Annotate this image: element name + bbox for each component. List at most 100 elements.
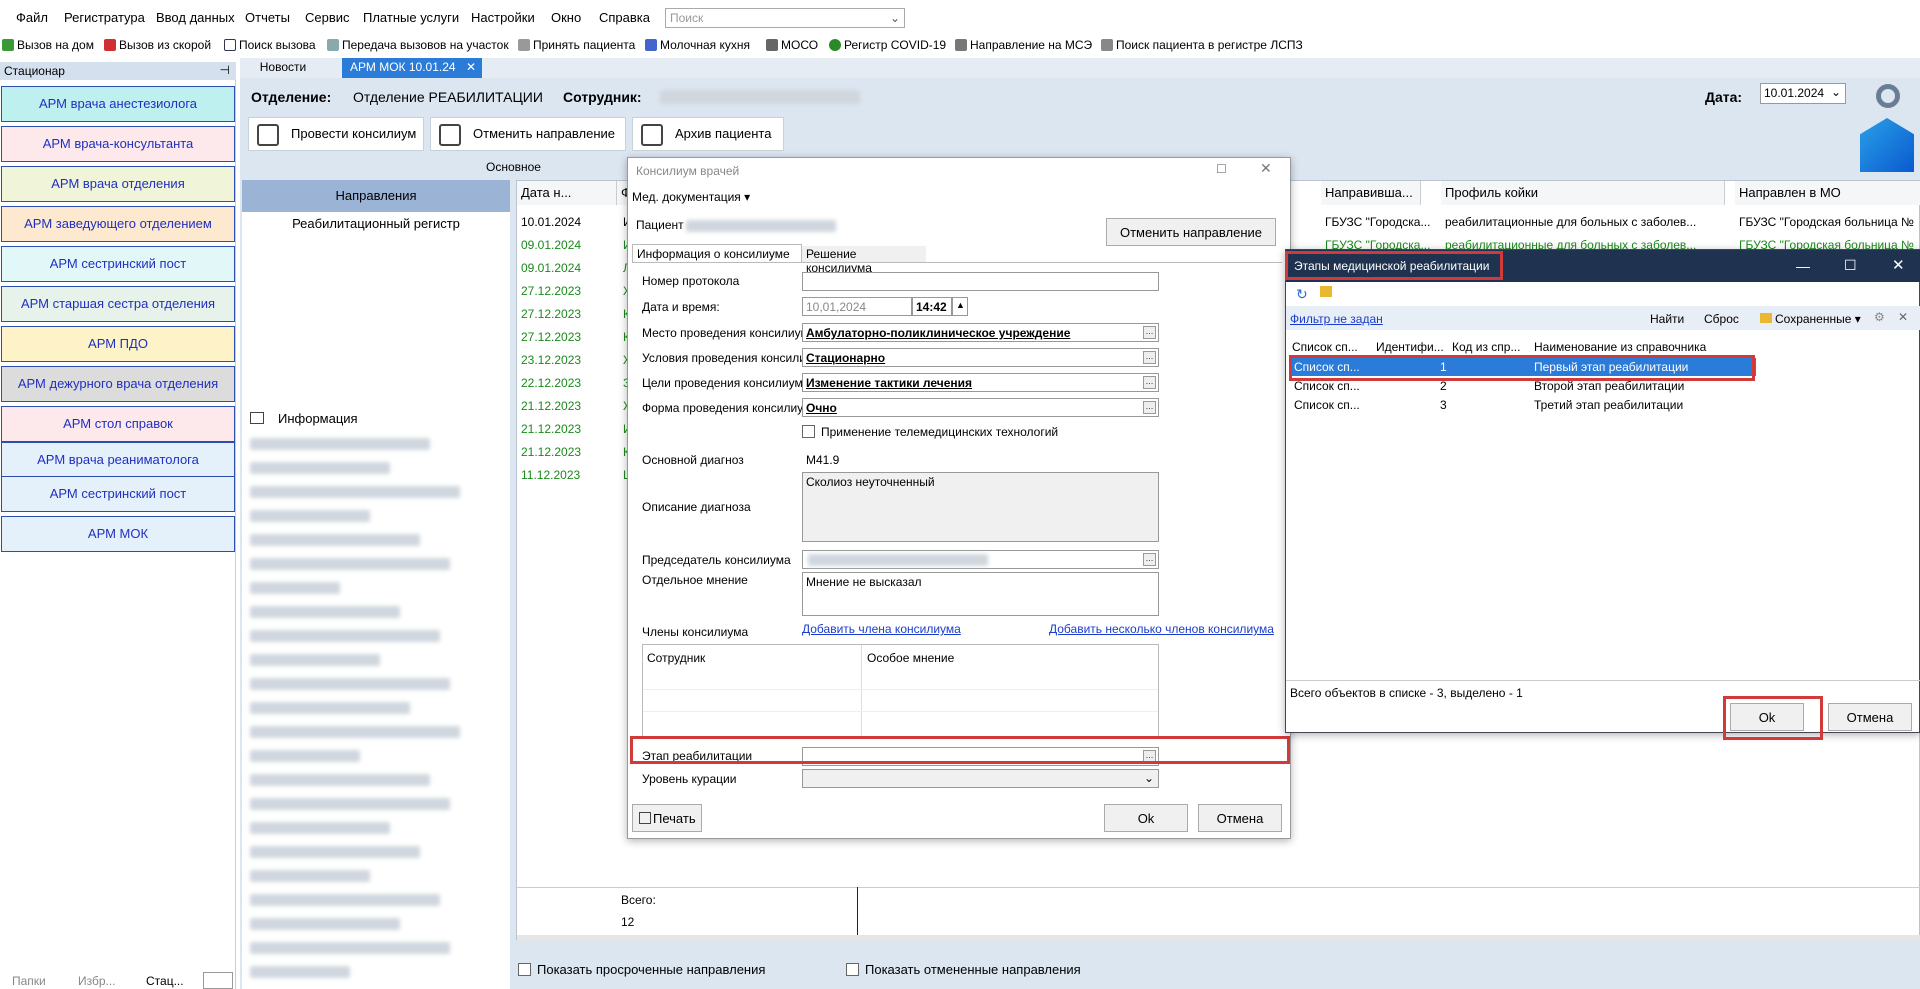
arm-mok[interactable]: АРМ МОК <box>1 516 235 552</box>
table-row[interactable]: 27.12.2023 <box>517 326 585 349</box>
table-row[interactable]: 21.12.2023 <box>517 395 585 418</box>
table-row[interactable]: 27.12.2023 <box>517 303 585 326</box>
toolbar-covid-registry[interactable]: Регистр COVID-19 <box>829 38 946 52</box>
col-code[interactable]: Код из спр... <box>1452 340 1520 354</box>
goals-field[interactable]: Изменение тактики лечения… <box>802 373 1159 392</box>
toolbar-moso[interactable]: МОСО <box>766 38 818 52</box>
maximize-icon[interactable]: ☐ <box>1844 257 1857 274</box>
show-cancelled-checkbox[interactable]: Показать отмененные направления <box>846 962 1081 977</box>
curation-level-select[interactable]: ⌄ <box>802 769 1159 788</box>
print-button[interactable]: Печать <box>632 804 702 832</box>
stage-row-selected[interactable]: Список сп... 1 Первый этап реабилитации <box>1290 358 1756 376</box>
stages-cancel-button[interactable]: Отмена <box>1828 703 1912 731</box>
cancel-direction-dialog-button[interactable]: Отменить направление <box>1106 218 1276 246</box>
time-spin-icon[interactable]: ▲ <box>952 297 968 316</box>
minimize-icon[interactable]: — <box>1796 258 1810 274</box>
hold-consilium-button[interactable]: Провести консилиум <box>248 117 424 151</box>
date-picker[interactable]: 10.01.2024 ⌄ <box>1760 83 1846 104</box>
consilium-time-input[interactable]: 14:42 <box>912 297 952 316</box>
column-header-sent-to-mo[interactable]: Направлен в МО <box>1735 181 1920 205</box>
refresh-icon[interactable]: ↻ <box>1296 286 1308 303</box>
ok-button[interactable]: Ok <box>1104 804 1188 832</box>
col-id[interactable]: Идентифи... <box>1376 340 1444 354</box>
menu-service[interactable]: Сервис <box>305 10 350 25</box>
filter-link[interactable]: Фильтр не задан <box>1290 312 1383 326</box>
column-header-date[interactable]: Дата н... <box>517 181 617 205</box>
toolbar-mse-direction[interactable]: Направление на МСЭ <box>955 38 1092 52</box>
arm-duty-doctor[interactable]: АРМ дежурного врача отделения <box>1 366 235 402</box>
chevron-down-icon[interactable]: ⌄ <box>890 11 900 25</box>
stage-row[interactable]: Список сп... 3 Третий этап реабилитации <box>1290 396 1756 414</box>
tab-arm-mok[interactable]: АРМ МОК 10.01.24 ✕ <box>342 58 482 78</box>
col-list[interactable]: Список сп... <box>1292 340 1358 354</box>
close-icon[interactable]: ✕ <box>1892 256 1905 274</box>
chevron-down-icon[interactable]: ⌄ <box>1144 771 1154 785</box>
protocol-number-input[interactable] <box>802 272 1159 291</box>
gear-icon[interactable] <box>1876 84 1900 108</box>
tab-rehab-registry[interactable]: Реабилитационный регистр <box>242 216 510 240</box>
search-input[interactable]: Поиск ⌄ <box>665 8 905 28</box>
toolbar-home-visit[interactable]: Вызов на дом <box>2 38 94 52</box>
patient-archive-button[interactable]: Архив пациента <box>632 117 784 151</box>
saved-filters-dropdown[interactable]: Сохраненные ▾ <box>1760 312 1861 326</box>
menu-paid-services[interactable]: Платные услуги <box>363 10 459 25</box>
tab-folders[interactable]: Папки <box>12 974 46 988</box>
arm-anesthesiologist[interactable]: АРМ врача анестезиолога <box>1 86 235 122</box>
column-header-sender[interactable]: Направивша... <box>1321 181 1421 205</box>
bottom-tab-blank[interactable] <box>203 972 233 989</box>
horizontal-scrollbar[interactable] <box>517 935 1920 941</box>
tab-consilium-decision[interactable]: Решение консилиума <box>802 246 926 275</box>
add-member-link[interactable]: Добавить члена консилиума <box>802 622 961 636</box>
table-row[interactable]: 10.01.2024 <box>517 211 585 234</box>
place-field[interactable]: Амбулаторно-поликлиническое учреждение… <box>802 323 1159 342</box>
menu-data-entry[interactable]: Ввод данных <box>156 10 235 25</box>
form-field[interactable]: Очно… <box>802 398 1159 417</box>
cancel-direction-button[interactable]: Отменить направление <box>430 117 626 151</box>
arm-nurse-post-2[interactable]: АРМ сестринский пост <box>1 476 235 512</box>
toolbar-transfer-calls[interactable]: Передача вызовов на участок <box>327 38 509 52</box>
toolbar-accept-patient[interactable]: Принять пациента <box>518 38 635 52</box>
tab-news[interactable]: Новости <box>240 58 326 78</box>
col-name[interactable]: Наименование из справочника <box>1534 340 1706 354</box>
filter-settings-icon[interactable]: ⚙ <box>1874 310 1885 324</box>
folder-icon[interactable] <box>1320 286 1332 297</box>
arm-head-of-department[interactable]: АРМ заведующего отделением <box>1 206 235 242</box>
arm-resuscitator[interactable]: АРМ врача реаниматолога <box>1 442 235 478</box>
toolbar-ambulance-call[interactable]: Вызов из скорой <box>104 38 211 52</box>
menu-settings[interactable]: Настройки <box>471 10 535 25</box>
tab-directions[interactable]: Направления <box>242 180 510 212</box>
find-button[interactable]: Найти <box>1650 312 1684 326</box>
arm-nurse-post[interactable]: АРМ сестринский пост <box>1 246 235 282</box>
table-row[interactable]: 21.12.2023 <box>517 418 585 441</box>
pin-icon[interactable]: ⊣ <box>220 63 230 77</box>
table-row[interactable]: 22.12.2023 <box>517 372 585 395</box>
arm-info-desk[interactable]: АРМ стол справок <box>1 406 235 442</box>
menu-window[interactable]: Окно <box>551 10 581 25</box>
menu-registry[interactable]: Регистратура <box>64 10 145 25</box>
conditions-field[interactable]: Стационарно… <box>802 348 1159 367</box>
toolbar-lspz-search[interactable]: Поиск пациента в регистре ЛСПЗ <box>1101 38 1303 52</box>
med-doc-menu[interactable]: Мед. документация ▾ <box>632 190 750 204</box>
column-header-bed-profile[interactable]: Профиль койки <box>1441 181 1725 205</box>
toolbar-find-call[interactable]: Поиск вызова <box>224 38 316 52</box>
stage-row[interactable]: Список сп... 2 Второй этап реабилитации <box>1290 377 1756 395</box>
opinion-field[interactable]: Мнение не высказал <box>802 572 1159 616</box>
maximize-icon[interactable]: ☐ <box>1216 162 1227 176</box>
menu-reports[interactable]: Отчеты <box>245 10 290 25</box>
tab-consilium-info[interactable]: Информация о консилиуме <box>632 244 802 262</box>
reset-button[interactable]: Сброс <box>1704 312 1739 326</box>
consilium-date-input[interactable]: 10,01,2024 <box>802 297 912 316</box>
tab-favorites[interactable]: Избр... <box>78 974 116 988</box>
table-row[interactable]: 23.12.2023 <box>517 349 585 372</box>
close-icon[interactable]: ✕ <box>1260 160 1272 177</box>
arm-head-nurse[interactable]: АРМ старшая сестра отделения <box>1 286 235 322</box>
table-row[interactable]: 09.01.2024 <box>517 234 585 257</box>
toolbar-milk-kitchen[interactable]: Молочная кухня <box>645 38 750 52</box>
arm-pdo[interactable]: АРМ ПДО <box>1 326 235 362</box>
chevron-down-icon[interactable]: ⌄ <box>1831 85 1841 99</box>
table-row[interactable]: 21.12.2023 <box>517 441 585 464</box>
cancel-button[interactable]: Отмена <box>1198 804 1282 832</box>
table-row[interactable]: 09.01.2024 <box>517 257 585 280</box>
arm-consultant[interactable]: АРМ врача-консультанта <box>1 126 235 162</box>
filter-close-icon[interactable]: ✕ <box>1898 310 1908 324</box>
